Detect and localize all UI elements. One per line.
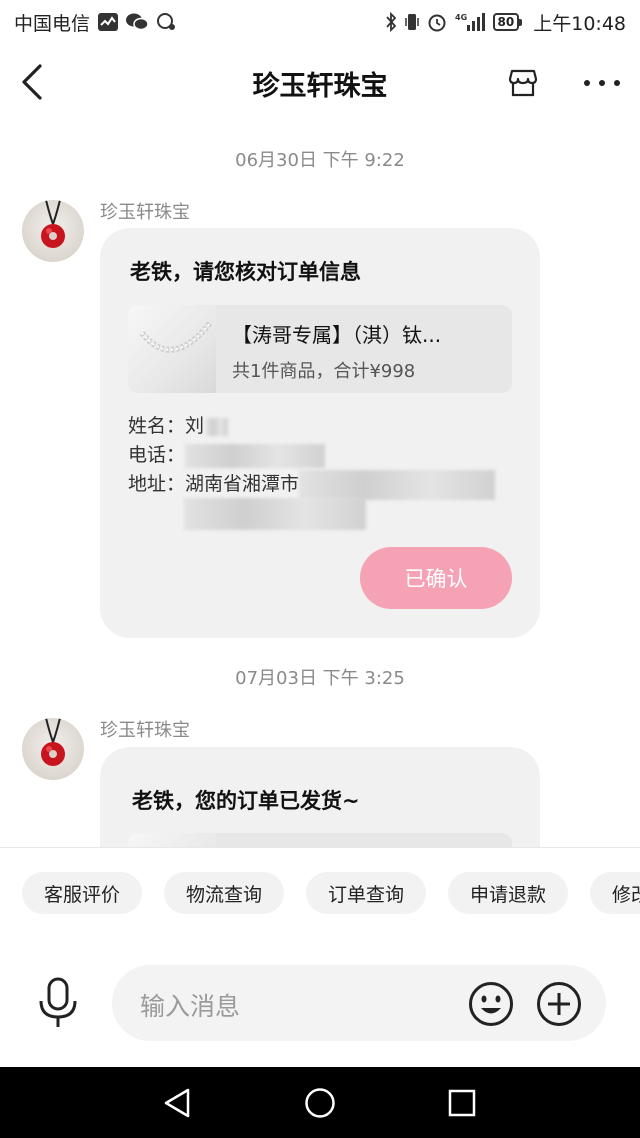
message-input[interactable]: 输入消息: [112, 965, 606, 1041]
product-card[interactable]: [128, 833, 512, 847]
page-title: 珍玉轩珠宝: [252, 71, 388, 102]
redacted-phone: [185, 443, 326, 468]
signal-icon: 4G: [455, 12, 485, 32]
input-bar: 输入消息: [0, 937, 640, 1067]
voice-input-button[interactable]: [36, 977, 80, 1029]
pendant-avatar-image: [41, 200, 65, 248]
quick-action-chip[interactable]: 物流查询: [164, 872, 285, 914]
product-image: [128, 305, 216, 393]
redacted-address-line2: [184, 498, 366, 530]
quick-actions-bar[interactable]: 客服评价 物流查询 订单查询 申请退款 修改: [0, 847, 640, 937]
system-recents-button[interactable]: [446, 1087, 478, 1119]
redacted-address: [299, 469, 496, 500]
vibrate-icon: [404, 12, 419, 32]
more-dot-icon: [599, 80, 605, 86]
status-bar: 中国电信 4G 80 上午10:48: [0, 0, 640, 44]
confirmed-button[interactable]: 已确认: [360, 547, 512, 609]
shipping-notice-card[interactable]: 老铁，您的订单已发货~: [100, 747, 540, 847]
shop-avatar[interactable]: [22, 200, 84, 262]
sender-name: 珍玉轩珠宝: [100, 202, 190, 223]
alarm-icon: [427, 12, 447, 32]
more-options-button[interactable]: [580, 66, 624, 100]
more-actions-button[interactable]: [536, 981, 582, 1027]
circle-home-icon: [305, 1088, 335, 1118]
shop-avatar[interactable]: [22, 718, 84, 780]
message-bubble-icon: [156, 13, 176, 31]
message-timestamp: 06月30日 下午 9:22: [235, 150, 405, 171]
sender-name: 珍玉轩珠宝: [100, 720, 190, 741]
necklace-image: [139, 321, 213, 353]
address-row: 地址：湖南省湘潭市: [128, 469, 496, 500]
card-title: 老铁，请您核对订单信息: [130, 260, 361, 284]
address-label: 地址：: [128, 473, 186, 495]
emoji-button[interactable]: [468, 981, 514, 1027]
store-icon: [508, 69, 538, 97]
system-nav-bar: [0, 1067, 640, 1138]
nav-bar: 珍玉轩珠宝: [0, 44, 640, 120]
system-back-button[interactable]: [162, 1087, 194, 1119]
system-home-button[interactable]: [304, 1087, 336, 1119]
smiley-icon: [469, 982, 513, 1026]
quick-action-chip[interactable]: 申请退款: [448, 872, 569, 914]
chat-area[interactable]: 06月30日 下午 9:22 珍玉轩珠宝 老铁，请您核对订单信息 【涛哥专属】（…: [0, 120, 640, 847]
order-confirm-card[interactable]: 老铁，请您核对订单信息 【涛哥专属】（淇）钛... 共1件商品，合计¥998 姓…: [100, 228, 540, 638]
message-timestamp: 07月03日 下午 3:25: [235, 668, 405, 689]
more-dot-icon: [614, 80, 620, 86]
product-summary: 共1件商品，合计¥998: [232, 361, 416, 382]
more-dot-icon: [584, 80, 590, 86]
quick-action-chip[interactable]: 客服评价: [22, 872, 143, 914]
name-value: 刘: [185, 415, 205, 437]
product-name: 【涛哥专属】（淇）钛...: [232, 323, 442, 347]
quick-action-chip[interactable]: 修改: [590, 872, 640, 914]
microphone-icon: [39, 977, 77, 1027]
battery-indicator: 80: [492, 13, 522, 31]
carrier-name: 中国电信: [14, 12, 91, 35]
wechat-icon: [126, 13, 149, 31]
phone-label: 电话：: [128, 444, 186, 466]
name-label: 姓名：: [128, 415, 186, 437]
phone-row: 电话：: [128, 440, 326, 468]
card-title: 老铁，您的订单已发货~: [132, 789, 360, 813]
bluetooth-icon: [385, 12, 397, 32]
store-button[interactable]: [506, 66, 540, 100]
name-row: 姓名：刘: [128, 411, 229, 438]
redacted-name: [206, 417, 229, 436]
activity-icon: [98, 13, 119, 31]
plus-circle-icon: [537, 982, 581, 1026]
svg-text:4G: 4G: [455, 13, 467, 22]
pendant-avatar-image: [41, 718, 65, 766]
square-recents-icon: [448, 1089, 476, 1117]
triangle-back-icon: [164, 1088, 190, 1118]
input-placeholder: 输入消息: [140, 992, 241, 1021]
address-value: 湖南省湘潭市: [185, 473, 300, 495]
clock: 上午10:48: [533, 12, 626, 35]
product-card[interactable]: 【涛哥专属】（淇）钛... 共1件商品，合计¥998: [128, 305, 512, 393]
product-image: [128, 833, 216, 847]
quick-action-chip[interactable]: 订单查询: [306, 872, 427, 914]
